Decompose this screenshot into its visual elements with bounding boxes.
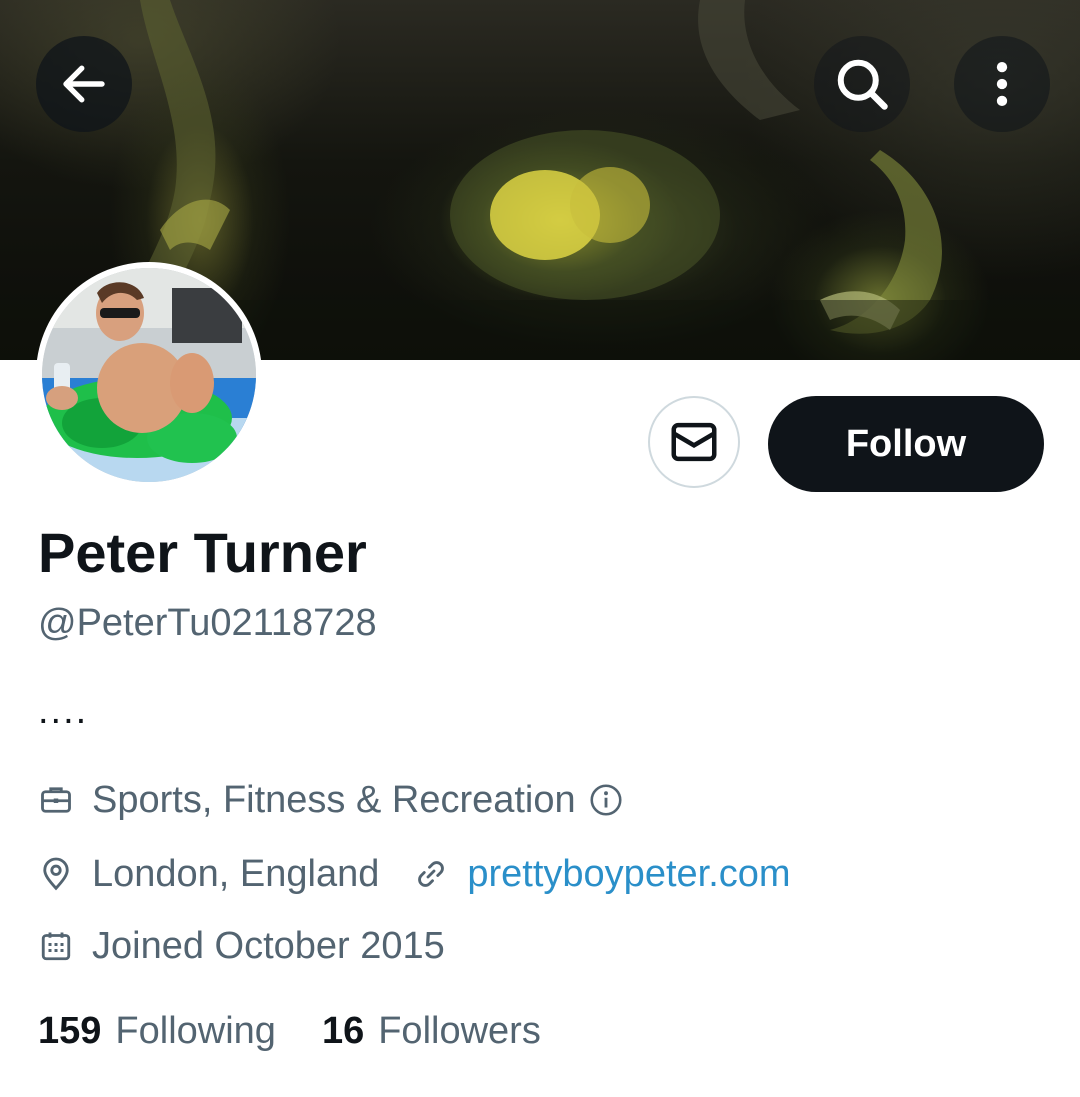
briefcase-icon [38,782,74,818]
followers-link[interactable]: 16 Followers [322,1010,541,1053]
following-link[interactable]: 159 Following [38,1010,276,1053]
profile-name: Peter Turner [38,521,367,584]
envelope-icon [671,422,717,462]
info-icon[interactable] [588,782,624,818]
profile-stats: 159 Following 16 Followers [38,1010,541,1053]
followers-label: Followers [378,1010,541,1052]
calendar-icon [38,928,74,964]
profile-location-row: London, England prettyboypeter.com [38,850,791,898]
profile-category-row: Sports, Fitness & Recreation [38,776,624,824]
profile-website-link[interactable]: prettyboypeter.com [413,853,791,896]
following-label: Following [115,1010,276,1052]
profile-handle: @PeterTu02118728 [38,602,377,644]
search-icon [837,59,888,110]
following-count: 159 [38,1010,102,1052]
profile-website[interactable]: prettyboypeter.com [467,853,790,896]
followers-count: 16 [321,1010,365,1052]
back-button[interactable] [36,36,132,132]
profile-location: London, England [92,852,380,895]
profile-category: Sports, Fitness & Recreation [92,778,576,821]
avatar-image [42,268,256,482]
profile-joined: Joined October 2015 [92,924,445,967]
more-options-button[interactable] [954,36,1050,132]
arrow-left-icon [63,65,105,103]
profile-bio: .... [38,690,89,732]
profile-joined-row: Joined October 2015 [38,922,445,970]
more-vertical-icon [996,61,1008,107]
link-icon [413,856,449,892]
follow-button[interactable]: Follow [768,396,1044,492]
search-button[interactable] [814,36,910,132]
location-pin-icon [38,856,74,892]
avatar[interactable] [36,262,262,488]
message-button[interactable] [648,396,740,488]
